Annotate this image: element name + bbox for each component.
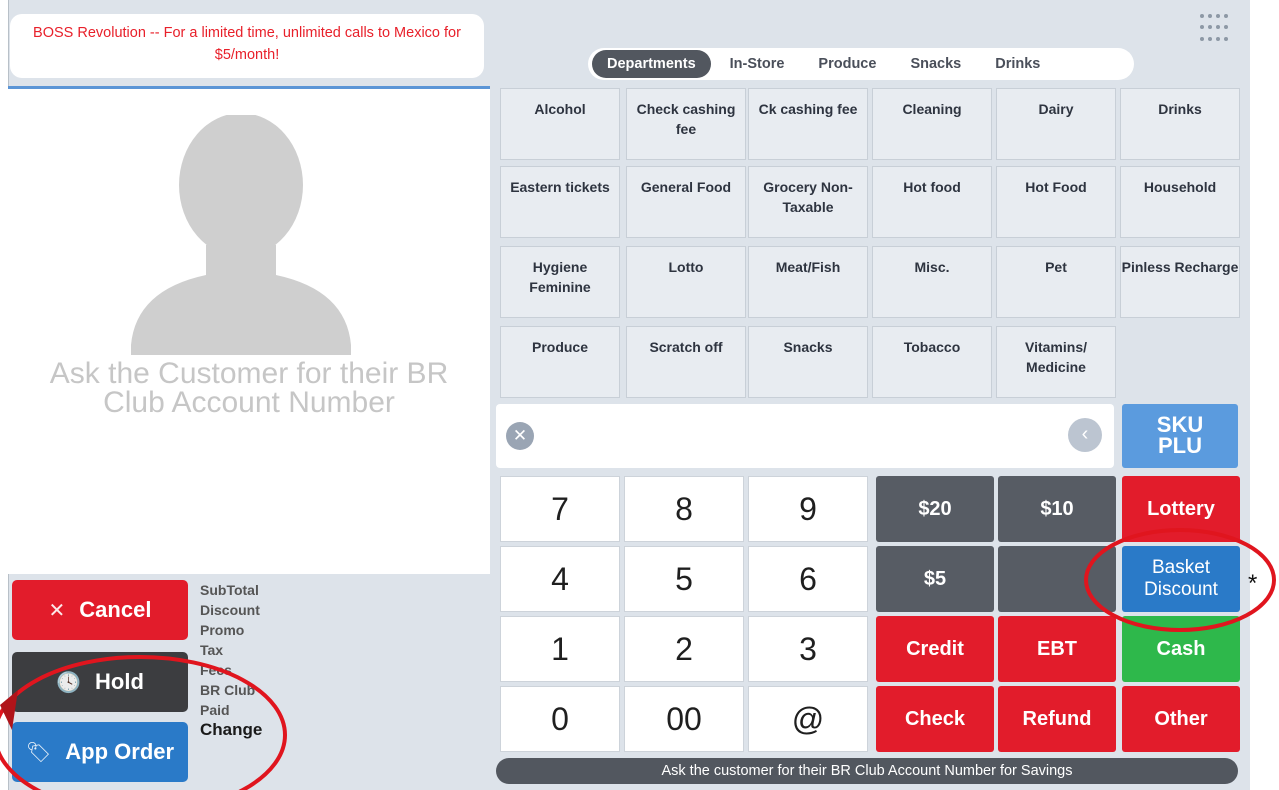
annotation-overlay (0, 528, 1276, 790)
annotation-circle-app-order (0, 655, 287, 790)
annotation-arrow-head (0, 690, 18, 730)
annotation-circle-basket-discount (1084, 528, 1276, 632)
annotation-asterisk: * (1248, 570, 1258, 597)
